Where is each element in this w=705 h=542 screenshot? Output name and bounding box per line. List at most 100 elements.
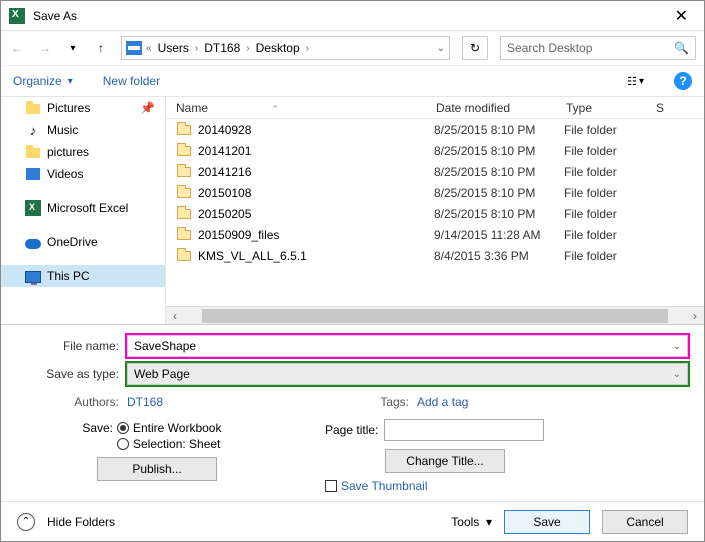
hide-folders-button[interactable]: Hide Folders (47, 515, 115, 529)
column-headers: Name ⌃ Date modified Type S (166, 97, 704, 119)
form-area: File name: SaveShape ⌄ Save as type: Web… (1, 325, 704, 417)
table-row[interactable]: 20150909_files9/14/2015 11:28 AMFile fol… (166, 224, 704, 245)
search-icon: 🔍 (674, 41, 689, 55)
save-thumbnail-checkbox[interactable] (325, 480, 337, 492)
sidebar-item-onedrive[interactable]: OneDrive (1, 231, 165, 253)
help-button[interactable]: ? (674, 72, 692, 90)
folder-icon (174, 188, 194, 198)
sidebar-item-microsoft-excel[interactable]: Microsoft Excel (1, 197, 165, 219)
folder-icon (174, 209, 194, 219)
sidebar-item-this-pc[interactable]: This PC (1, 265, 165, 287)
chevron-icon: « (146, 43, 152, 54)
chevron-down-icon[interactable]: ⌄ (673, 369, 681, 380)
folder-sm-icon (25, 144, 41, 160)
radio-selection[interactable] (117, 438, 129, 450)
breadcrumb-seg[interactable]: Users (156, 41, 191, 55)
folder-icon (174, 230, 194, 240)
h-scrollbar[interactable]: ‹ › (166, 306, 704, 324)
filename-input[interactable]: SaveShape ⌄ (127, 335, 688, 357)
authors-label: Authors: (17, 395, 127, 409)
pagetitle-input[interactable] (384, 419, 544, 441)
file-name: 20141216 (194, 165, 434, 179)
onedrive-icon (25, 234, 41, 250)
file-type: File folder (564, 186, 664, 200)
scroll-thumb[interactable] (202, 309, 668, 323)
sidebar-item-pictures[interactable]: pictures (1, 141, 165, 163)
table-row[interactable]: KMS_VL_ALL_6.5.18/4/2015 3:36 PMFile fol… (166, 245, 704, 266)
filename-label: File name: (17, 339, 127, 353)
chevron-down-icon[interactable]: ⌄ (437, 43, 445, 54)
command-toolbar: Organize▾ New folder ☷▾ ? (1, 65, 704, 97)
view-options[interactable]: ☷▾ (627, 75, 644, 88)
col-name[interactable]: Name ⌃ (166, 101, 436, 115)
pin-icon: 📌 (140, 101, 155, 115)
search-input[interactable]: Search Desktop 🔍 (500, 36, 696, 60)
file-name: 20150108 (194, 186, 434, 200)
new-folder-button[interactable]: New folder (103, 74, 160, 88)
scroll-right-icon[interactable]: › (686, 309, 704, 323)
refresh-button[interactable]: ↻ (462, 36, 488, 60)
authors-value[interactable]: DT168 (127, 395, 367, 409)
body: Pictures 📌 ♪Music pictures Videos Microsoft E… (1, 97, 704, 325)
table-row[interactable]: 201409288/25/2015 8:10 PMFile folder (166, 119, 704, 140)
radio-selection-label: Selection: Sheet (133, 437, 220, 451)
search-placeholder: Search Desktop (507, 41, 674, 55)
table-row[interactable]: 201412168/25/2015 8:10 PMFile folder (166, 161, 704, 182)
file-list: Name ⌃ Date modified Type S 201409288/25… (166, 97, 704, 324)
col-date[interactable]: Date modified (436, 101, 566, 115)
excel-icon (9, 8, 25, 24)
recent-dropdown[interactable]: ▾ (65, 40, 81, 56)
up-button[interactable]: ↑ (93, 40, 109, 56)
window-title: Save As (33, 9, 667, 23)
footer: ⌃ Hide Folders Tools ▾ Save Cancel (1, 501, 704, 541)
sidebar-item-videos[interactable]: Videos (1, 163, 165, 185)
breadcrumb[interactable]: « Users › DT168 › Desktop › ⌄ (121, 36, 450, 60)
scroll-left-icon[interactable]: ‹ (166, 309, 184, 323)
sidebar: Pictures 📌 ♪Music pictures Videos Microsoft E… (1, 97, 166, 324)
lower-options: Save: Entire Workbook Selection: Sheet P… (1, 417, 704, 501)
col-size[interactable]: S (656, 101, 704, 115)
breadcrumb-seg[interactable]: DT168 (202, 41, 242, 55)
file-date: 9/14/2015 11:28 AM (434, 228, 564, 242)
file-name: 20150909_files (194, 228, 434, 242)
sidebar-item-pictures[interactable]: Pictures 📌 (1, 97, 165, 119)
file-list-body[interactable]: 201409288/25/2015 8:10 PMFile folder2014… (166, 119, 704, 306)
note-icon: ♪ (25, 122, 41, 138)
close-button[interactable]: ✕ (667, 6, 696, 26)
cancel-button[interactable]: Cancel (602, 510, 688, 534)
save-thumbnail-label: Save Thumbnail (341, 479, 428, 493)
tools-menu[interactable]: Tools ▾ (451, 515, 492, 529)
save-button[interactable]: Save (504, 510, 590, 534)
savetype-select[interactable]: Web Page ⌄ (127, 363, 688, 385)
publish-button[interactable]: Publish... (97, 457, 217, 481)
chevron-right-icon: › (195, 43, 198, 54)
file-name: 20140928 (194, 123, 434, 137)
sidebar-item-label: Pictures (47, 101, 90, 115)
col-type[interactable]: Type (566, 101, 656, 115)
back-button[interactable]: ← (9, 40, 25, 56)
chevron-down-icon[interactable]: ⌄ (673, 341, 681, 352)
tags-value[interactable]: Add a tag (417, 395, 468, 409)
sidebar-item-label: OneDrive (47, 235, 98, 249)
save-label: Save: Entire Workbook (73, 421, 287, 435)
pagetitle-label: Page title: (325, 423, 378, 437)
table-row[interactable]: 201502058/25/2015 8:10 PMFile folder (166, 203, 704, 224)
forward-button[interactable]: → (37, 40, 53, 56)
change-title-button[interactable]: Change Title... (385, 449, 505, 473)
file-type: File folder (564, 228, 664, 242)
folder-icon (174, 167, 194, 177)
file-date: 8/25/2015 8:10 PM (434, 165, 564, 179)
breadcrumb-seg[interactable]: Desktop (254, 41, 302, 55)
radio-entire-workbook[interactable] (117, 422, 129, 434)
table-row[interactable]: 201501088/25/2015 8:10 PMFile folder (166, 182, 704, 203)
savetype-label: Save as type: (17, 367, 127, 381)
organize-menu[interactable]: Organize (13, 74, 62, 88)
pc-icon (25, 268, 41, 284)
radio-entire-workbook-label: Entire Workbook (133, 421, 221, 435)
sidebar-item-label: pictures (47, 145, 89, 159)
hide-folders-icon[interactable]: ⌃ (17, 513, 35, 531)
file-date: 8/25/2015 8:10 PM (434, 123, 564, 137)
sidebar-item-music[interactable]: ♪Music (1, 119, 165, 141)
table-row[interactable]: 201412018/25/2015 8:10 PMFile folder (166, 140, 704, 161)
file-name: KMS_VL_ALL_6.5.1 (194, 249, 434, 263)
